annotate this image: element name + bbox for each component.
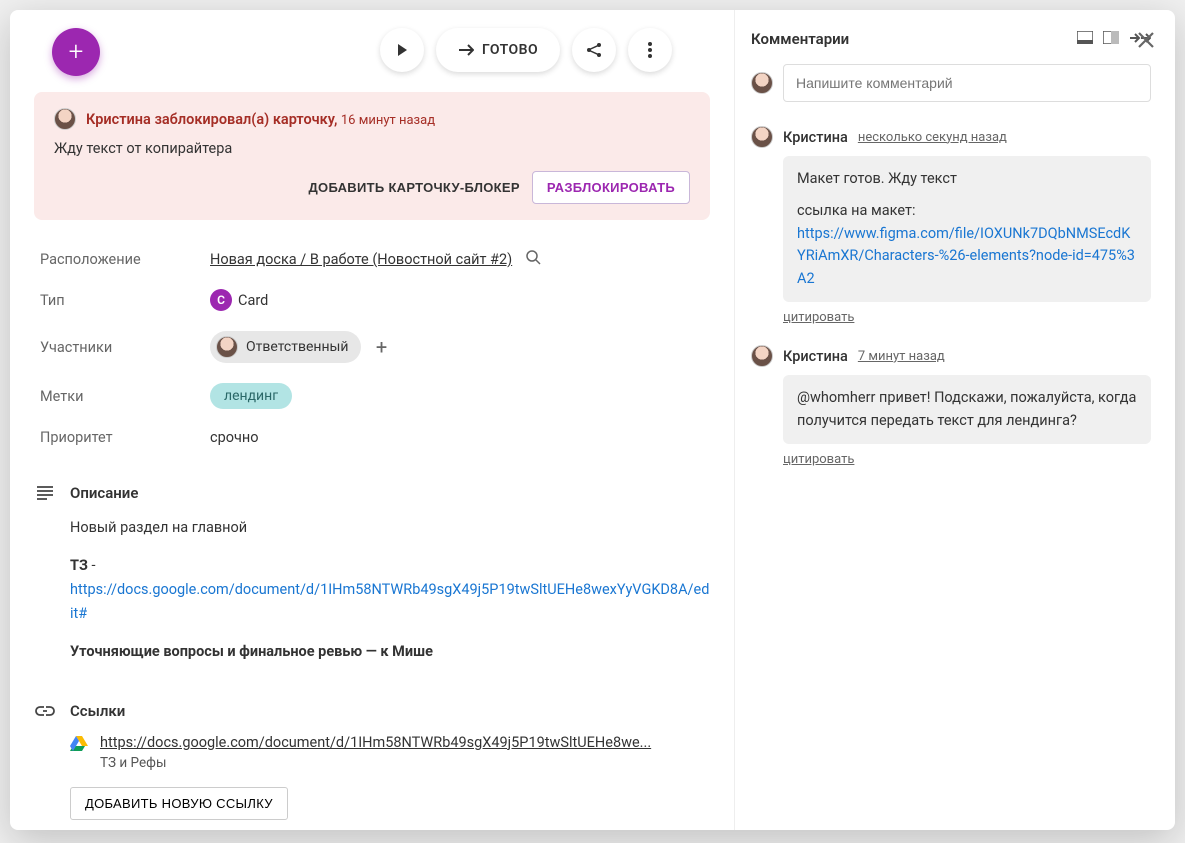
alert-body: Жду текст от копирайтера (54, 140, 690, 157)
link-item[interactable]: https://docs.google.com/document/d/1IHm5… (34, 734, 710, 771)
share-icon (585, 41, 603, 59)
add-member-button[interactable]: + (369, 334, 395, 360)
play-button[interactable] (380, 28, 424, 72)
layout-full-button[interactable] (1077, 31, 1093, 48)
avatar (54, 108, 76, 130)
alert-action: заблокировал(а) карточку, (154, 111, 337, 128)
avatar (751, 345, 773, 367)
close-button[interactable] (1137, 30, 1155, 55)
description-icon (34, 486, 56, 500)
links-icon (34, 706, 56, 716)
play-icon (395, 43, 409, 57)
quote-button[interactable]: цитировать (783, 310, 854, 325)
card-modal: + ГОТОВО Кристина заблокировал(а) карточ… (10, 10, 1175, 830)
desc-tz-sep: - (88, 557, 96, 574)
comment-author: Кристина (783, 348, 848, 365)
comments-title: Комментарии (751, 30, 849, 48)
main-panel: Кристина заблокировал(а) карточку, 16 ми… (10, 10, 735, 830)
search-icon (526, 250, 541, 265)
gdrive-icon (70, 736, 88, 752)
more-button[interactable] (628, 28, 672, 72)
desc-line1: Новый раздел на главной (70, 516, 710, 540)
tags-label: Метки (40, 388, 210, 405)
alert-author: Кристина (86, 111, 151, 128)
type-chip[interactable]: C Card (210, 289, 268, 311)
add-blocker-button[interactable]: ДОБАВИТЬ КАРТОЧКУ-БЛОКЕР (309, 180, 520, 195)
unblock-button[interactable]: РАЗБЛОКИРОВАТЬ (532, 171, 690, 204)
type-circle: C (210, 289, 232, 311)
link-subtitle: ТЗ и Рефы (100, 755, 651, 771)
add-link-button[interactable]: ДОБАВИТЬ НОВУЮ ССЫЛКУ (70, 787, 288, 820)
comment-author: Кристина (783, 129, 848, 146)
fab-add-button[interactable]: + (52, 28, 100, 76)
layout-split-icon (1103, 31, 1119, 44)
link-url[interactable]: https://docs.google.com/document/d/1IHm5… (100, 734, 651, 751)
comment-time[interactable]: несколько секунд назад (858, 130, 1007, 145)
priority-label: Приоритет (40, 429, 210, 446)
blocker-alert: Кристина заблокировал(а) карточку, 16 ми… (34, 92, 710, 220)
comment-link[interactable]: https://www.figma.com/file/IOXUNk7DQbNMS… (797, 225, 1135, 287)
desc-tz-label: ТЗ (70, 557, 88, 574)
responsible-label: Ответственный (246, 339, 349, 355)
properties-list: Расположение Новая доска / В работе (Нов… (34, 250, 710, 446)
layout-full-icon (1077, 31, 1093, 44)
comment-text-2-prefix: ссылка на макет: (797, 202, 915, 219)
description-title: Описание (70, 484, 138, 502)
comment-time[interactable]: 7 минут назад (858, 349, 945, 364)
comment-text-1: @whomherr привет! Подскажи, пожалуйста, … (797, 387, 1137, 432)
arrow-right-icon (458, 44, 474, 56)
done-button-label: ГОТОВО (482, 42, 538, 58)
links-title: Ссылки (70, 702, 125, 720)
responsible-chip[interactable]: Ответственный (210, 331, 361, 363)
location-label: Расположение (40, 251, 210, 268)
location-value[interactable]: Новая доска / В работе (Новостной сайт #… (210, 251, 512, 268)
comment-body: @whomherr привет! Подскажи, пожалуйста, … (783, 375, 1151, 444)
comment-item: Кристина 7 минут назад @whomherr привет!… (751, 345, 1151, 467)
type-label: Тип (40, 292, 210, 309)
desc-line3: Уточняющие вопросы и финальное ревью — к… (70, 643, 433, 660)
close-icon (1137, 31, 1155, 49)
avatar (751, 72, 773, 94)
avatar (216, 336, 238, 358)
desc-tz-link[interactable]: https://docs.google.com/document/d/1IHm5… (70, 581, 709, 622)
comment-item: Кристина несколько секунд назад Макет го… (751, 126, 1151, 325)
description-body[interactable]: Новый раздел на главной ТЗ - https://doc… (34, 516, 710, 664)
avatar (751, 126, 773, 148)
layout-split-button[interactable] (1103, 31, 1119, 48)
members-label: Участники (40, 339, 210, 356)
more-vertical-icon (648, 42, 652, 58)
share-button[interactable] (572, 28, 616, 72)
location-search-button[interactable] (526, 250, 541, 269)
comments-panel: Комментарии Кристина несколько (735, 10, 1175, 830)
comment-input[interactable] (783, 64, 1151, 102)
type-value: Card (238, 292, 268, 309)
alert-time: 16 минут назад (341, 113, 435, 128)
comment-body: Макет готов. Жду текст ссылка на макет: h… (783, 156, 1151, 302)
done-button[interactable]: ГОТОВО (436, 28, 560, 72)
comment-text-1: Макет готов. Жду текст (797, 168, 1137, 190)
top-action-bar: ГОТОВО (380, 28, 672, 72)
priority-value: срочно (210, 429, 259, 446)
tag-chip[interactable]: лендинг (210, 383, 292, 409)
quote-button[interactable]: цитировать (783, 452, 854, 467)
